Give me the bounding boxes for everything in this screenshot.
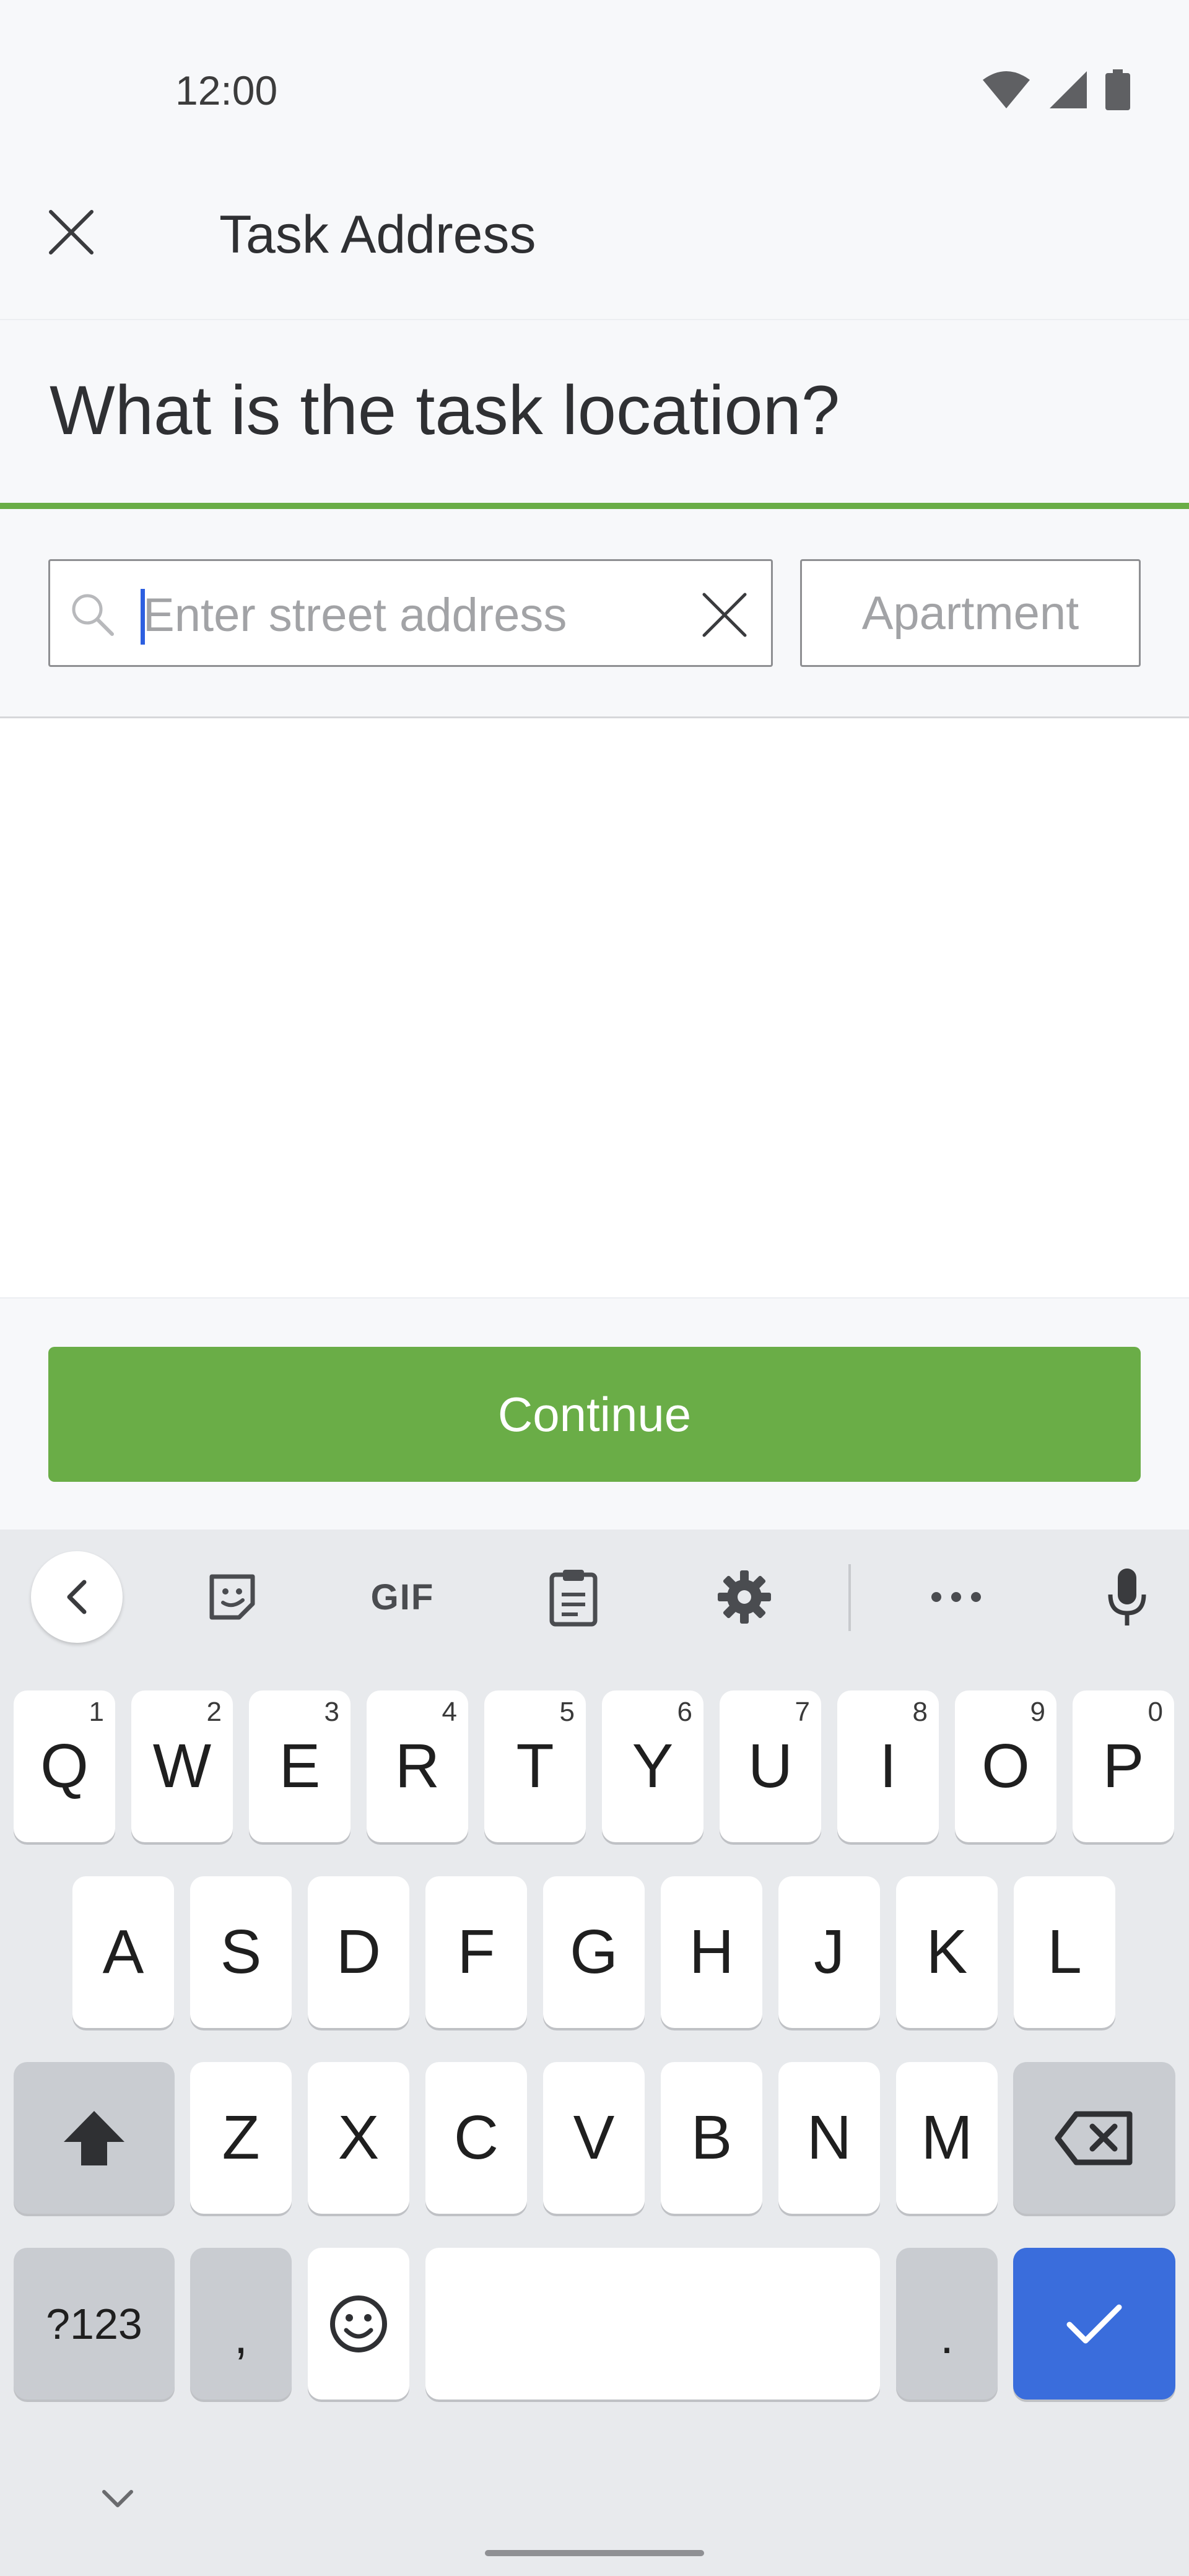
key-v[interactable]: V bbox=[543, 2062, 645, 2214]
key-label: I bbox=[879, 1731, 897, 1801]
chevron-left-icon bbox=[67, 1580, 87, 1614]
key-l[interactable]: L bbox=[1014, 1876, 1115, 2028]
key-label: P bbox=[1102, 1731, 1144, 1801]
more-button[interactable] bbox=[919, 1551, 993, 1643]
voice-input-button[interactable] bbox=[1090, 1551, 1164, 1643]
apartment-input[interactable] bbox=[802, 561, 1139, 665]
backspace-key[interactable] bbox=[1013, 2062, 1175, 2214]
status-time: 12:00 bbox=[175, 67, 278, 113]
period-key[interactable]: . bbox=[896, 2248, 998, 2400]
key-hint: 2 bbox=[206, 1697, 222, 1727]
key-m[interactable]: M bbox=[896, 2062, 998, 2214]
backspace-icon bbox=[1055, 2111, 1133, 2165]
key-b[interactable]: B bbox=[661, 2062, 762, 2214]
key-g[interactable]: G bbox=[543, 1876, 645, 2028]
clipboard-icon bbox=[549, 1570, 598, 1627]
sticker-icon bbox=[209, 1574, 255, 1620]
key-j[interactable]: J bbox=[778, 1876, 880, 2028]
space-key[interactable] bbox=[425, 2248, 880, 2400]
key-hint: 9 bbox=[1030, 1697, 1045, 1727]
navigation-handle[interactable] bbox=[485, 2550, 704, 2556]
more-icon bbox=[931, 1592, 981, 1602]
clipboard-button[interactable] bbox=[536, 1551, 611, 1643]
key-y[interactable]: Y6 bbox=[602, 1690, 703, 1842]
apartment-field[interactable] bbox=[800, 559, 1141, 667]
key-s[interactable]: S bbox=[190, 1876, 292, 2028]
key-hint: 3 bbox=[324, 1697, 339, 1727]
mic-icon bbox=[1108, 1569, 1146, 1625]
shift-icon bbox=[64, 2110, 124, 2165]
key-c[interactable]: C bbox=[425, 2062, 527, 2214]
wifi-icon bbox=[983, 71, 1030, 108]
gif-button[interactable]: GIF bbox=[359, 1551, 446, 1643]
key-label: R bbox=[394, 1731, 440, 1801]
street-address-field[interactable] bbox=[48, 559, 773, 667]
battery-icon bbox=[1105, 69, 1130, 110]
toolbar-separator bbox=[848, 1564, 851, 1631]
keyboard-back-button[interactable] bbox=[31, 1551, 123, 1643]
key-f[interactable]: F bbox=[425, 1876, 527, 2028]
key-label: W bbox=[152, 1731, 212, 1801]
done-key[interactable] bbox=[1013, 2248, 1175, 2400]
emoji-key[interactable] bbox=[308, 2248, 409, 2400]
key-hint: 4 bbox=[442, 1697, 457, 1727]
address-suggestions-area bbox=[0, 718, 1189, 1297]
signal-icon bbox=[1050, 71, 1087, 108]
key-t[interactable]: T5 bbox=[484, 1690, 586, 1842]
results-divider bbox=[0, 1297, 1189, 1299]
key-x[interactable]: X bbox=[308, 2062, 409, 2214]
key-k[interactable]: K bbox=[896, 1876, 998, 2028]
key-hint: 7 bbox=[795, 1697, 810, 1727]
key-label: E bbox=[279, 1731, 321, 1801]
key-hint: 5 bbox=[559, 1697, 575, 1727]
comma-key[interactable]: , bbox=[190, 2248, 292, 2400]
key-o[interactable]: O9 bbox=[955, 1690, 1056, 1842]
key-h[interactable]: H bbox=[661, 1876, 762, 2028]
key-label: O bbox=[982, 1731, 1030, 1801]
symbols-key[interactable]: ?123 bbox=[14, 2248, 175, 2400]
sticker-button[interactable] bbox=[195, 1551, 269, 1643]
app-bar-title: Task Address bbox=[219, 205, 536, 264]
key-label: T bbox=[516, 1731, 554, 1801]
key-label: Y bbox=[632, 1731, 674, 1801]
progress-rule bbox=[0, 503, 1189, 509]
clear-icon bbox=[702, 593, 747, 637]
settings-button[interactable] bbox=[707, 1551, 782, 1643]
gif-icon: GIF bbox=[370, 1577, 435, 1617]
key-label: U bbox=[747, 1731, 793, 1801]
shift-key[interactable] bbox=[14, 2062, 175, 2214]
gear-icon bbox=[718, 1570, 771, 1624]
street-address-input[interactable] bbox=[142, 585, 689, 645]
key-p[interactable]: P0 bbox=[1073, 1690, 1174, 1842]
page-title: What is the task location? bbox=[50, 372, 840, 449]
clear-street-button[interactable] bbox=[697, 587, 752, 643]
key-hint: 8 bbox=[912, 1697, 928, 1727]
text-caret bbox=[141, 589, 145, 645]
on-screen-keyboard bbox=[0, 1530, 1189, 2576]
search-icon bbox=[72, 594, 114, 636]
key-a[interactable]: A bbox=[72, 1876, 174, 2028]
status-icons bbox=[982, 68, 1130, 111]
key-n[interactable]: N bbox=[778, 2062, 880, 2214]
close-button[interactable] bbox=[37, 198, 105, 266]
key-z[interactable]: Z bbox=[190, 2062, 292, 2214]
key-r[interactable]: R4 bbox=[367, 1690, 468, 1842]
key-q[interactable]: Q1 bbox=[14, 1690, 115, 1842]
key-hint: 1 bbox=[89, 1697, 104, 1727]
check-icon bbox=[1066, 2304, 1122, 2343]
key-hint: 6 bbox=[677, 1697, 692, 1727]
key-d[interactable]: D bbox=[308, 1876, 409, 2028]
key-e[interactable]: E3 bbox=[249, 1690, 351, 1842]
key-hint: 0 bbox=[1148, 1697, 1163, 1727]
chevron-down-icon bbox=[102, 2490, 133, 2507]
key-label: Q bbox=[40, 1731, 89, 1801]
app-bar-divider bbox=[0, 319, 1189, 320]
key-i[interactable]: I8 bbox=[837, 1690, 939, 1842]
continue-button[interactable]: Continue bbox=[48, 1347, 1141, 1482]
close-icon bbox=[49, 210, 94, 255]
emoji-icon bbox=[330, 2295, 387, 2352]
key-u[interactable]: U7 bbox=[720, 1690, 821, 1842]
keyboard-collapse-button[interactable] bbox=[93, 2474, 142, 2523]
key-w[interactable]: W2 bbox=[131, 1690, 233, 1842]
